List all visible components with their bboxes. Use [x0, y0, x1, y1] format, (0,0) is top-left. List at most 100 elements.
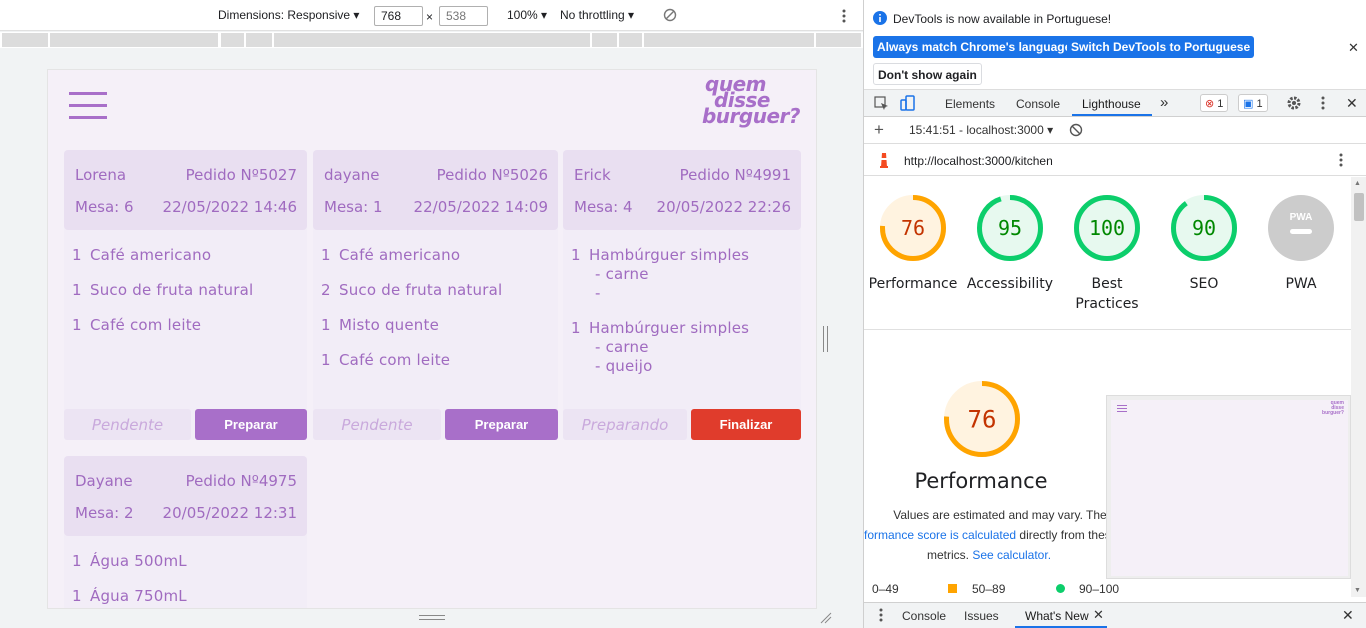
lighthouse-logo-icon — [878, 152, 890, 171]
order-action-button[interactable]: Preparar — [445, 409, 558, 440]
svg-text:76: 76 — [968, 406, 997, 434]
legend-fail: 0–49 — [872, 582, 899, 596]
order-item: 1 Hambúrguer simples - carne - — [571, 246, 795, 303]
score-gauge-pwa[interactable]: PWA PWA — [1256, 195, 1346, 294]
report-url-bar: http://localhost:3000/kitchen — [864, 145, 1366, 176]
legend-average: 50–89 — [972, 582, 1006, 596]
height-input[interactable]: 538 — [439, 6, 488, 26]
score-calculated-link[interactable]: formance score is calculated — [864, 528, 1016, 542]
item-quantity: 1 — [72, 246, 82, 264]
close-drawer-icon[interactable]: ✕ — [1342, 607, 1354, 624]
order-card: dayane Pedido Nº5026 Mesa: 1 22/05/2022 … — [313, 150, 558, 440]
order-item: 1 Café americano — [321, 246, 552, 265]
dont-show-again-button[interactable]: Don't show again — [873, 63, 982, 85]
table-number: Mesa: 1 — [324, 198, 383, 216]
page-screenshot-thumbnail[interactable]: quem disse burguer? — [1106, 395, 1351, 579]
devtools-drawer-bar: Console Issues What's New ✕ ✕ — [864, 602, 1366, 628]
lighthouse-toolbar: + 15:41:51 - localhost:3000 ▾ — [864, 117, 1366, 144]
report-url[interactable]: http://localhost:3000/kitchen — [904, 154, 1053, 168]
item-quantity: 1 — [321, 351, 331, 369]
order-action-button[interactable]: Preparar — [195, 409, 307, 440]
close-infobar-icon[interactable]: ✕ — [1348, 40, 1359, 56]
settings-gear-icon[interactable] — [1286, 95, 1302, 114]
score-gauge-best-practices[interactable]: 100 Best Practices — [1062, 195, 1152, 314]
width-input[interactable]: 768 — [374, 6, 423, 26]
media-query-ruler[interactable] — [0, 32, 863, 48]
item-name: Hambúrguer simples — [589, 246, 750, 264]
error-badge[interactable]: ⊗ 1 — [1200, 94, 1229, 112]
item-quantity: 1 — [571, 246, 581, 264]
order-item: 1 Café com leite — [72, 316, 301, 335]
corner-resize-grip-icon[interactable] — [820, 612, 832, 624]
legend-pass-circle-icon — [1056, 584, 1065, 593]
drawer-tab-whats-new[interactable]: What's New — [1025, 609, 1089, 623]
times-sign: × — [426, 10, 434, 24]
order-items: 1 Café americano 2 Suco de fruta natural 1… — [321, 246, 552, 386]
tab-console[interactable]: Console — [1016, 97, 1060, 111]
tab-lighthouse[interactable]: Lighthouse — [1082, 97, 1141, 111]
order-card-header: dayane Pedido Nº5026 Mesa: 1 22/05/2022 … — [313, 150, 558, 230]
rotate-disabled-icon[interactable] — [663, 8, 677, 25]
order-items: 1 Café americano 1 Suco de fruta natural 1… — [72, 246, 301, 351]
more-tabs-icon[interactable]: » — [1160, 94, 1168, 111]
always-match-language-button[interactable]: Always match Chrome's language — [873, 36, 1076, 58]
item-name: Café americano — [339, 246, 461, 264]
legend-average-square-icon — [948, 584, 957, 593]
svg-text:90: 90 — [1192, 216, 1216, 240]
drawer-menu-icon[interactable] — [878, 608, 884, 625]
device-toolbar-toggle-icon[interactable] — [900, 95, 916, 114]
close-devtools-icon[interactable]: ✕ — [1346, 95, 1358, 112]
order-item: 1 Café americano — [72, 246, 301, 265]
svg-text:95: 95 — [998, 216, 1022, 240]
new-report-plus-icon[interactable]: + — [874, 120, 884, 140]
report-scrollbar[interactable]: ▲ ▼ — [1351, 177, 1366, 597]
score-ring: 100 — [1074, 195, 1140, 266]
score-label: PWA — [1285, 276, 1317, 292]
item-name: Suco de fruta natural — [90, 281, 254, 299]
score-gauge-performance[interactable]: 76 Performance — [868, 195, 958, 294]
see-calculator-link[interactable]: See calculator. — [972, 548, 1051, 562]
switch-to-portuguese-button[interactable]: Switch DevTools to Portuguese — [1067, 36, 1255, 58]
item-name: Água 500mL — [90, 552, 187, 570]
item-name: Misto quente — [339, 316, 440, 334]
performance-description: Values are estimated and may vary. The f… — [864, 508, 1111, 562]
devtools-menu-icon[interactable] — [1320, 96, 1326, 113]
device-toolbar: Dimensions: Responsive ▾ 768 × 538 100% … — [0, 0, 863, 31]
tab-elements[interactable]: Elements — [945, 97, 995, 111]
order-number: Pedido Nº4975 — [185, 472, 297, 490]
order-card: Dayane Pedido Nº4975 Mesa: 2 20/05/2022 … — [64, 456, 307, 608]
report-menu-icon[interactable] — [1338, 153, 1344, 170]
bottom-resize-handle[interactable] — [419, 615, 445, 620]
score-legend: 0–49 50–89 90–100 — [864, 577, 1351, 597]
inspect-element-icon[interactable] — [874, 96, 889, 114]
order-number: Pedido Nº5027 — [185, 166, 297, 184]
clear-reports-icon[interactable] — [1069, 123, 1083, 140]
drawer-tab-issues[interactable]: Issues — [964, 609, 999, 623]
item-name: Água 750mL — [90, 587, 187, 605]
score-gauge-accessibility[interactable]: 95 Accessibility — [965, 195, 1055, 294]
item-extra: - queijo — [595, 357, 653, 375]
report-selector[interactable]: 15:41:51 - localhost:3000 ▾ — [909, 123, 1053, 137]
order-card: Erick Pedido Nº4991 Mesa: 4 20/05/2022 2… — [563, 150, 801, 440]
more-options-icon[interactable] — [841, 9, 847, 26]
throttling-dropdown[interactable]: No throttling ▾ — [560, 8, 634, 22]
dimensions-dropdown[interactable]: Dimensions: Responsive ▾ — [218, 8, 359, 22]
message-badge[interactable]: ▣ 1 — [1238, 94, 1268, 112]
devtools-panel: DevTools is now available in Portuguese!… — [863, 0, 1366, 628]
drawer-tab-console[interactable]: Console — [902, 609, 946, 623]
score-gauge-seo[interactable]: 90 SEO — [1159, 195, 1249, 294]
score-label: Performance — [868, 276, 958, 292]
score-ring: 90 — [1171, 195, 1237, 266]
right-resize-handle[interactable] — [823, 326, 828, 352]
order-datetime: 20/05/2022 12:31 — [162, 504, 297, 522]
client-name: Dayane — [75, 472, 133, 490]
zoom-dropdown[interactable]: 100% ▾ — [507, 8, 547, 22]
item-name: Café americano — [90, 246, 212, 264]
order-action-button[interactable]: Finalizar — [691, 409, 801, 440]
item-quantity: 1 — [72, 316, 82, 334]
close-whats-new-icon[interactable]: ✕ — [1093, 607, 1104, 623]
hamburger-menu-icon[interactable] — [69, 92, 107, 120]
item-extra: - carne — [595, 265, 649, 283]
legend-pass: 90–100 — [1079, 582, 1120, 596]
emulated-viewport: quem disse burguer? Lorena Pedido Nº5027… — [47, 69, 817, 609]
